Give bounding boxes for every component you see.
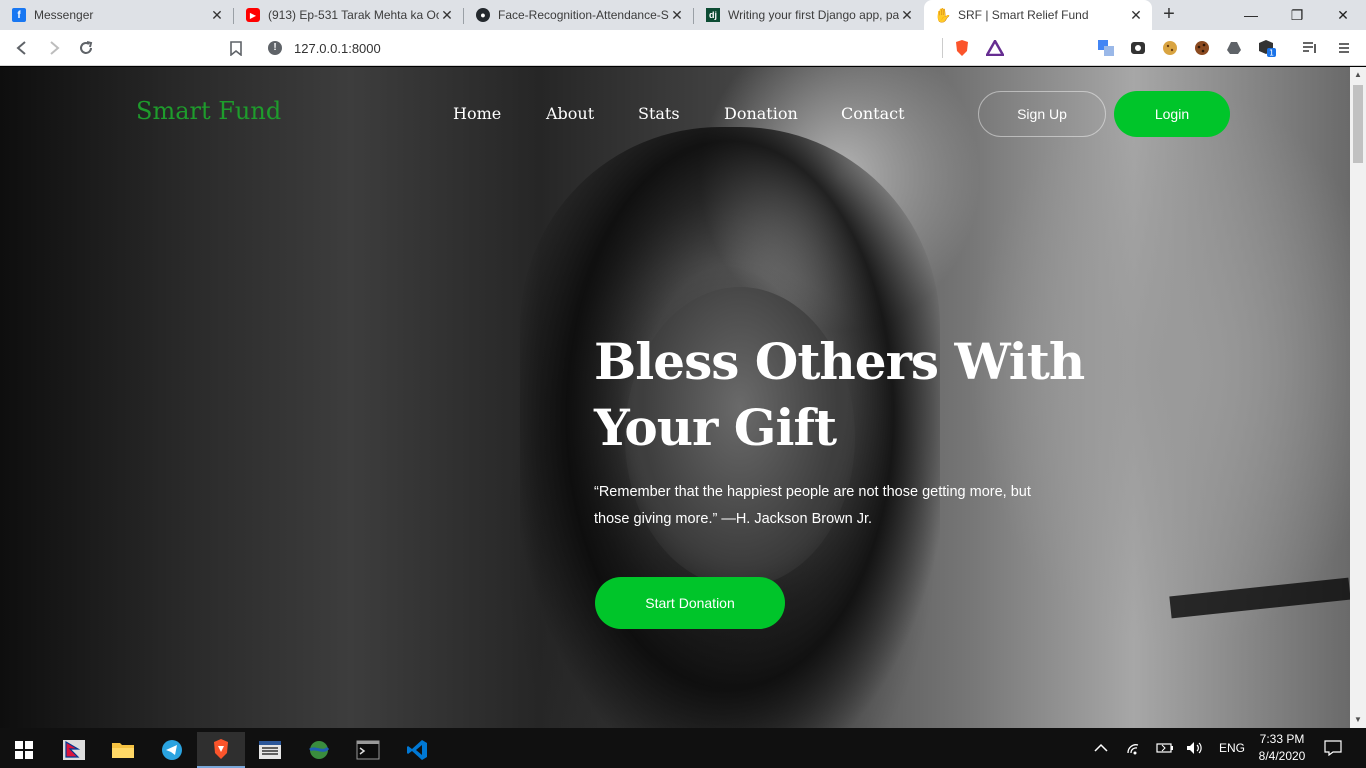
youtube-icon: ▶	[246, 8, 260, 22]
hero-headline: Bless Others With Your Gift	[594, 332, 1085, 457]
cookie-editor-extension-icon[interactable]	[1192, 38, 1212, 58]
network-status[interactable]	[1126, 728, 1142, 768]
nav-about[interactable]: About	[546, 104, 594, 123]
taskbar-brave-browser[interactable]	[197, 732, 245, 768]
close-tab-icon[interactable]: ✕	[899, 7, 915, 24]
bookmark-icon	[230, 40, 242, 56]
brave-rewards-icon[interactable]	[985, 38, 1005, 58]
site-logo[interactable]: Smart Fund	[136, 97, 281, 125]
taskbar-vscode[interactable]	[393, 732, 441, 768]
taskbar-window-app[interactable]	[246, 732, 294, 768]
tab-smart-relief-fund[interactable]: ✋ SRF | Smart Relief Fund ✕	[924, 0, 1152, 30]
terminal-icon	[356, 740, 380, 760]
show-hidden-icons-button[interactable]	[1094, 728, 1108, 768]
drive-extension-icon[interactable]	[1224, 38, 1244, 58]
cookie-extension-icon[interactable]	[1160, 38, 1180, 58]
system-clock[interactable]: 7:33 PM 8/4/2020	[1252, 731, 1312, 765]
taskbar-file-explorer[interactable]	[99, 732, 147, 768]
reading-list-icon[interactable]	[1300, 38, 1320, 58]
windows-logo-icon	[15, 741, 33, 759]
battery-status[interactable]	[1156, 728, 1174, 768]
browser-toolbar: ! 127.0.0.1:8000 1	[0, 30, 1366, 66]
nav-donation[interactable]: Donation	[724, 104, 798, 123]
close-tab-icon[interactable]: ✕	[209, 7, 225, 24]
nav-contact[interactable]: Contact	[841, 104, 905, 123]
tab-title: Messenger	[34, 8, 94, 22]
browser-tab-strip: f Messenger ✕ ▶ (913) Ep-531 Tarak Mehta…	[0, 0, 1366, 30]
facebook-icon: f	[12, 8, 26, 22]
close-window-button[interactable]: ✕	[1320, 0, 1366, 30]
start-donation-button[interactable]: Start Donation	[595, 577, 785, 629]
package-extension-icon[interactable]: 1	[1256, 38, 1276, 58]
telegram-icon	[162, 740, 182, 760]
vscode-icon	[407, 740, 427, 760]
address-bar-url[interactable]: 127.0.0.1:8000	[294, 41, 381, 56]
tab-title: (913) Ep-531 Tarak Mehta ka Oo	[268, 8, 439, 22]
hand-icon: ✋	[934, 6, 952, 23]
globe-download-icon	[309, 741, 330, 759]
volume-control[interactable]	[1186, 728, 1204, 768]
flag-app-icon	[63, 740, 85, 760]
address-bar-divider	[942, 38, 943, 58]
back-arrow-icon	[16, 41, 26, 55]
folder-icon	[112, 743, 134, 758]
nav-stats[interactable]: Stats	[638, 104, 680, 123]
tab-django[interactable]: dj Writing your first Django app, pa ✕	[694, 0, 923, 30]
clock-date: 8/4/2020	[1258, 749, 1306, 763]
tab-youtube[interactable]: ▶ (913) Ep-531 Tarak Mehta ka Oo ✕	[234, 0, 463, 30]
chevron-up-icon	[1094, 743, 1108, 752]
close-tab-icon[interactable]: ✕	[1128, 7, 1144, 24]
language-indicator[interactable]: ENG	[1219, 728, 1245, 768]
windows-taskbar: ENG 7:33 PM 8/4/2020	[0, 728, 1366, 768]
wifi-icon	[1127, 744, 1139, 755]
taskbar-app-flag[interactable]	[50, 732, 98, 768]
close-tab-icon[interactable]: ✕	[439, 7, 455, 24]
django-icon: dj	[706, 8, 720, 22]
translate-extension-icon[interactable]	[1096, 38, 1116, 58]
brave-shields-icon[interactable]	[952, 38, 972, 58]
forward-button[interactable]	[42, 36, 66, 60]
tab-title: Face-Recognition-Attendance-Sy	[498, 8, 669, 22]
screen-recorder-extension-icon[interactable]	[1128, 38, 1148, 58]
start-button[interactable]	[0, 732, 48, 768]
reload-button[interactable]	[74, 36, 98, 60]
notifications-button[interactable]	[1324, 728, 1342, 768]
tab-title: SRF | Smart Relief Fund	[958, 8, 1089, 22]
tab-github[interactable]: ● Face-Recognition-Attendance-Sy ✕	[464, 0, 693, 30]
site-info-icon[interactable]: !	[268, 41, 282, 55]
minimize-button[interactable]: —	[1228, 0, 1274, 30]
speaker-icon	[1187, 742, 1202, 754]
bookmark-button[interactable]	[224, 36, 248, 60]
notification-icon	[1324, 740, 1342, 756]
back-button[interactable]	[10, 36, 34, 60]
taskbar-command-prompt[interactable]	[344, 732, 392, 768]
clock-time: 7:33 PM	[1259, 732, 1305, 746]
login-button[interactable]: Login	[1114, 91, 1230, 137]
hero-quote: “Remember that the happiest people are n…	[594, 484, 1031, 527]
scroll-up-arrow-icon[interactable]: ▲	[1350, 67, 1366, 83]
scrollbar-thumb[interactable]	[1353, 85, 1363, 163]
tab-messenger[interactable]: f Messenger ✕	[0, 0, 233, 30]
taskbar-telegram[interactable]	[148, 732, 196, 768]
github-icon: ●	[476, 8, 490, 22]
page-scrollbar[interactable]: ▲ ▼	[1350, 67, 1366, 728]
maximize-button[interactable]: ❐	[1274, 0, 1320, 30]
new-tab-button[interactable]: +	[1158, 4, 1180, 26]
scroll-down-arrow-icon[interactable]: ▼	[1350, 712, 1366, 728]
reload-icon	[80, 41, 93, 54]
window-list-icon	[259, 741, 281, 759]
sign-up-button[interactable]: Sign Up	[978, 91, 1106, 137]
svg-text:1: 1	[1269, 49, 1274, 58]
forward-arrow-icon	[50, 41, 60, 55]
hero-section: Smart Fund Home About Stats Donation Con…	[0, 67, 1350, 728]
address-bar[interactable]: ! 127.0.0.1:8000	[258, 34, 1012, 62]
nav-home[interactable]: Home	[453, 104, 501, 123]
hero-background-image-detail	[1169, 577, 1350, 619]
battery-icon	[1156, 743, 1173, 753]
browser-menu-icon[interactable]	[1334, 38, 1354, 58]
tab-title: Writing your first Django app, pa	[728, 8, 899, 22]
close-tab-icon[interactable]: ✕	[669, 7, 685, 24]
brave-browser-icon	[214, 739, 228, 759]
taskbar-download-manager[interactable]	[295, 732, 343, 768]
